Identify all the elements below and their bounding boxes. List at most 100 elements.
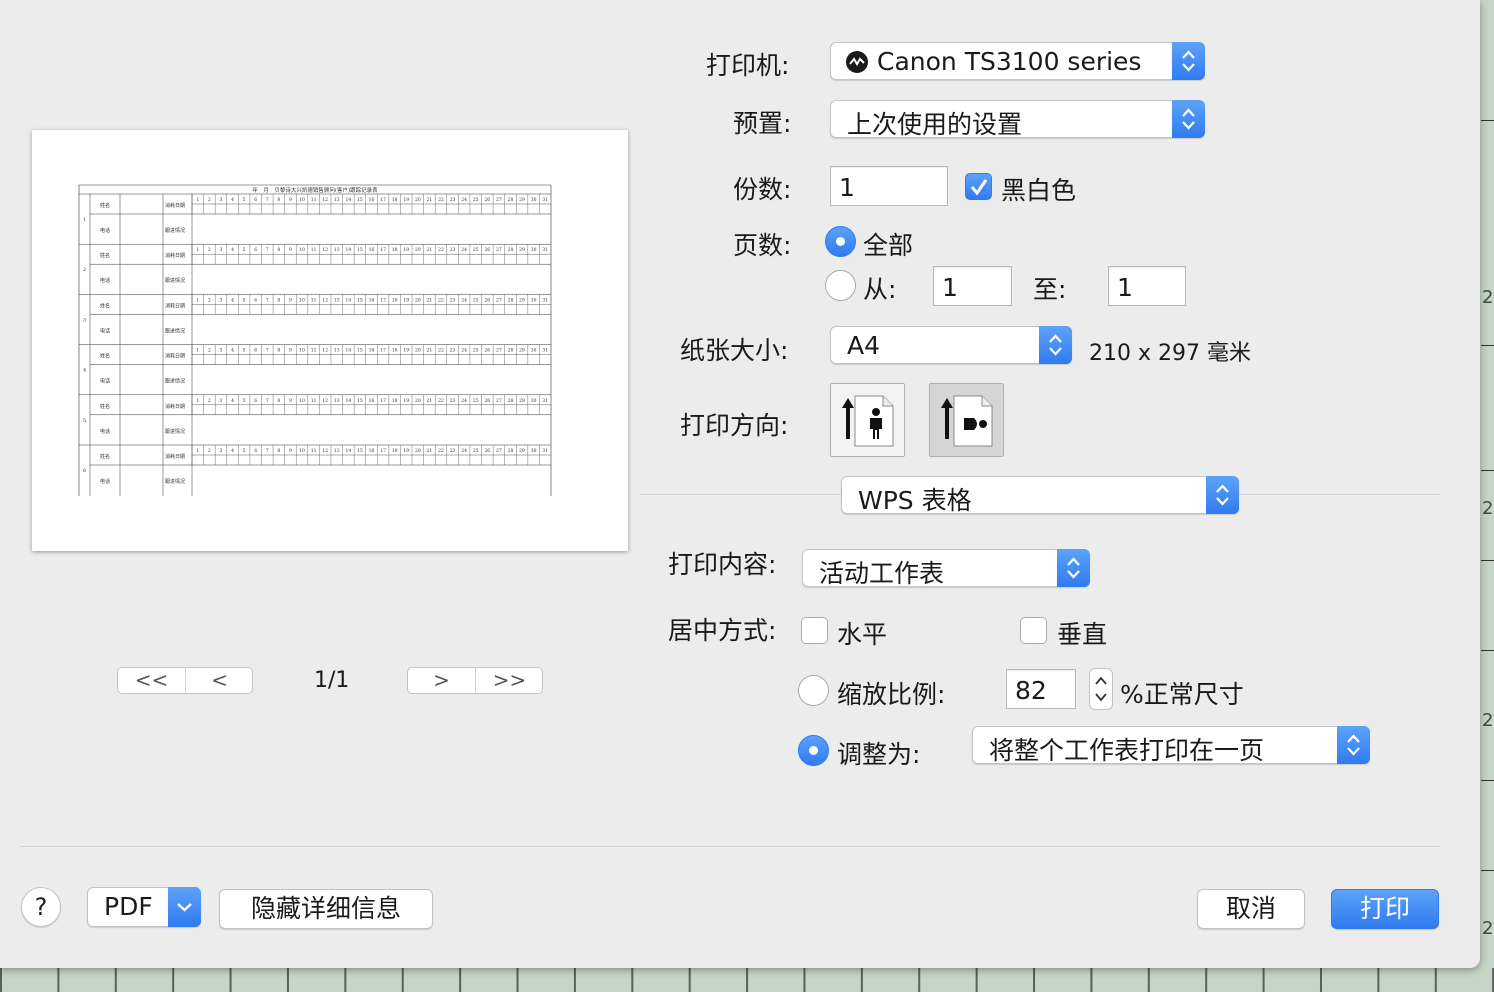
next-page-button[interactable]: > <box>408 668 475 693</box>
bw-checkbox[interactable] <box>965 173 992 200</box>
first-page-button[interactable]: << <box>118 668 185 693</box>
preview-day-number: 24 <box>461 398 467 404</box>
grid-line <box>1481 345 1494 346</box>
preview-day-number: 25 <box>473 398 479 404</box>
preview-day-number: 19 <box>403 297 409 303</box>
scale-stepper[interactable] <box>1089 668 1113 710</box>
preview-day-number: 22 <box>438 448 444 454</box>
preview-day-number: 29 <box>519 348 525 354</box>
portrait-button[interactable] <box>830 383 905 457</box>
center-horizontal-checkbox[interactable] <box>801 617 828 644</box>
center-vertical-label: 垂直 <box>1057 620 1108 649</box>
preview-day-number: 8 <box>277 247 280 253</box>
preview-day-number: 31 <box>542 297 548 303</box>
preview-day-number: 4 <box>231 348 234 354</box>
section-popup[interactable]: WPS 表格 <box>841 476 1239 515</box>
preview-day-number: 7 <box>266 398 269 404</box>
preview-day-number: 8 <box>277 197 280 203</box>
preview-day-number: 18 <box>392 197 398 203</box>
preview-day-number: 6 <box>254 398 257 404</box>
copies-field[interactable]: 1 <box>830 166 948 206</box>
hide-details-button[interactable]: 隐藏详细信息 <box>219 889 433 929</box>
preview-day-number: 1 <box>196 297 199 303</box>
previous-page-button[interactable]: < <box>186 668 253 693</box>
preview-day-number: 30 <box>531 197 537 203</box>
printer-status-icon <box>846 51 868 73</box>
preview-date-label: 消耗日期 <box>165 353 185 360</box>
preview-day-number: 1 <box>196 398 199 404</box>
scale-field[interactable]: 82 <box>1006 669 1076 709</box>
preview-phone-label: 电话 <box>100 428 110 435</box>
preview-day-number: 6 <box>254 448 257 454</box>
preview-day-number: 23 <box>450 348 456 354</box>
cancel-button[interactable]: 取消 <box>1197 889 1305 929</box>
pages-range-radio[interactable] <box>825 270 856 301</box>
preview-day-number: 20 <box>415 197 421 203</box>
updown-arrows-icon <box>1172 42 1205 80</box>
paper-dimensions: 210 x 297 毫米 <box>1089 341 1251 366</box>
portrait-icon <box>842 395 894 447</box>
pages-all-radio[interactable] <box>825 226 856 257</box>
preview-day-number: 27 <box>496 348 502 354</box>
preview-day-number: 17 <box>380 297 386 303</box>
fit-radio[interactable] <box>798 735 829 766</box>
last-page-button[interactable]: >> <box>476 668 543 693</box>
pages-from-field[interactable]: 1 <box>933 266 1012 306</box>
cell-text: 25 <box>1482 498 1494 519</box>
printer-popup[interactable]: Canon TS3100 series <box>830 42 1205 80</box>
preview-day-number: 19 <box>403 197 409 203</box>
preview-day-number: 21 <box>427 247 433 253</box>
pages-all-label: 全部 <box>863 231 914 260</box>
preview-day-number: 14 <box>345 197 351 203</box>
preview-nav-back-group: << < <box>117 667 253 694</box>
center-horizontal-label: 水平 <box>837 620 888 649</box>
preview-day-number: 12 <box>322 197 328 203</box>
preview-group-number: 2 <box>83 267 86 273</box>
preview-day-number: 15 <box>357 448 363 454</box>
preview-day-number: 10 <box>299 247 305 253</box>
preview-day-number: 2 <box>208 398 211 404</box>
pages-from-label: 从: <box>863 275 897 304</box>
paper-size-popup[interactable]: A4 <box>830 326 1072 364</box>
preview-day-number: 29 <box>519 448 525 454</box>
preview-day-number: 5 <box>243 297 246 303</box>
preview-day-number: 28 <box>508 197 514 203</box>
pdf-menu-button[interactable]: PDF <box>87 887 201 927</box>
scale-radio[interactable] <box>798 675 829 706</box>
center-vertical-checkbox[interactable] <box>1020 617 1047 644</box>
preview-day-number: 25 <box>473 247 479 253</box>
preview-day-number: 14 <box>345 297 351 303</box>
fit-value: 将整个工作表打印在一页 <box>989 736 1265 765</box>
fit-popup[interactable]: 将整个工作表打印在一页 <box>972 726 1370 765</box>
preview-day-number: 7 <box>266 197 269 203</box>
grid-line <box>1481 870 1494 871</box>
pages-to-field[interactable]: 1 <box>1108 266 1186 306</box>
preview-date-label: 消耗日期 <box>165 453 185 460</box>
preview-day-number: 11 <box>311 398 317 404</box>
print-preview: 年 月 贝黎诗大兴凯德销售顾问(客户)跟踪记录表 1 姓名 消耗日期 电话 跟进情况 1 2 3… <box>32 130 628 551</box>
preview-day-number: 27 <box>496 247 502 253</box>
preview-day-number: 12 <box>322 348 328 354</box>
preview-day-number: 14 <box>345 348 351 354</box>
preview-day-number: 7 <box>266 297 269 303</box>
presets-popup[interactable]: 上次使用的设置 <box>830 100 1205 139</box>
print-content-label: 打印内容: <box>668 550 777 579</box>
preview-group-number: 1 <box>83 217 86 223</box>
preview-date-label: 消耗日期 <box>165 302 185 309</box>
preview-follow-label: 跟进情况 <box>165 378 185 385</box>
preview-day-number: 20 <box>415 348 421 354</box>
print-button[interactable]: 打印 <box>1331 889 1439 929</box>
updown-arrows-icon <box>1057 549 1090 587</box>
preview-day-number: 14 <box>345 247 351 253</box>
preview-day-number: 13 <box>334 448 340 454</box>
preview-day-number: 18 <box>392 398 398 404</box>
print-content-popup[interactable]: 活动工作表 <box>802 549 1090 588</box>
preview-day-number: 15 <box>357 348 363 354</box>
preview-day-number: 28 <box>508 297 514 303</box>
preview-day-number: 26 <box>484 247 490 253</box>
preview-day-number: 5 <box>243 348 246 354</box>
updown-arrows-icon <box>1039 326 1072 364</box>
help-button[interactable]: ? <box>21 887 61 927</box>
preview-day-number: 9 <box>289 348 292 354</box>
landscape-button[interactable] <box>929 383 1004 457</box>
